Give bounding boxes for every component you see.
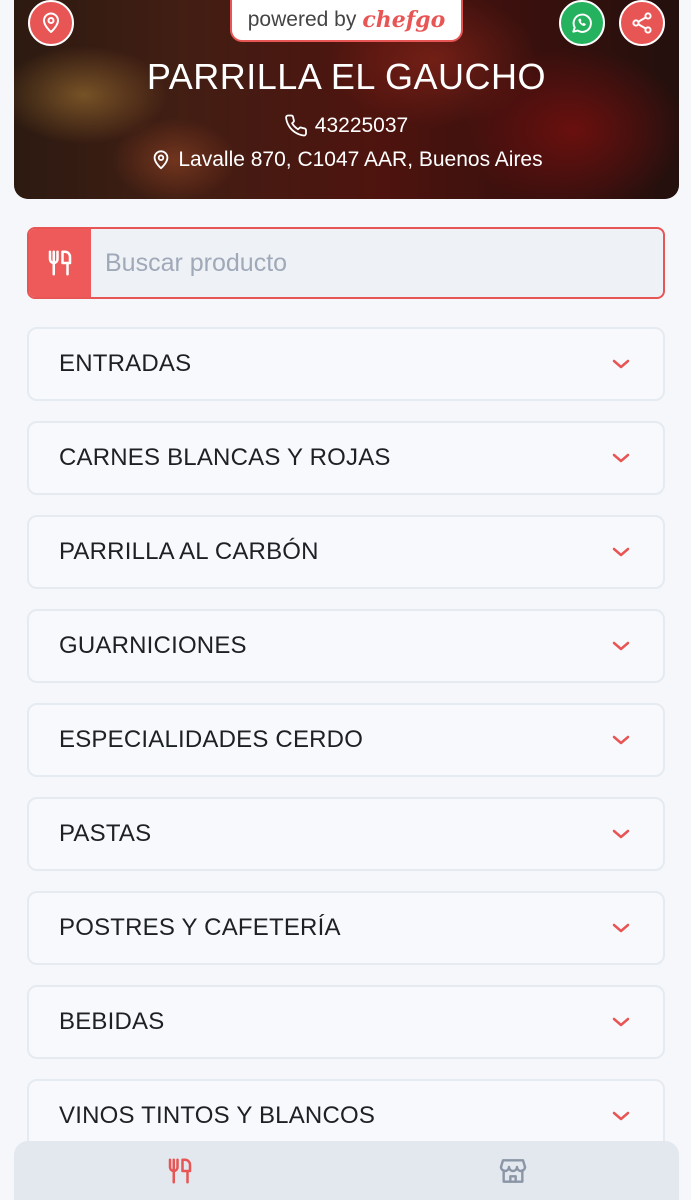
- category-cerdo[interactable]: ESPECIALIDADES CERDO: [27, 703, 665, 777]
- powered-by-badge[interactable]: powered by chefgo: [230, 0, 463, 42]
- address-link[interactable]: Lavalle 870, C1047 AAR, Buenos Aires: [14, 148, 679, 172]
- chevron-down-icon: [612, 453, 630, 463]
- category-label: ESPECIALIDADES CERDO: [59, 726, 364, 753]
- address-text: Lavalle 870, C1047 AAR, Buenos Aires: [178, 148, 543, 171]
- category-label: VINOS TINTOS Y BLANCOS: [59, 1102, 376, 1129]
- chevron-down-icon: [612, 359, 630, 369]
- chevron-down-icon: [612, 1017, 630, 1027]
- category-label: POSTRES Y CAFETERÍA: [59, 914, 341, 941]
- category-label: CARNES BLANCAS Y ROJAS: [59, 444, 391, 471]
- category-carnes[interactable]: CARNES BLANCAS Y ROJAS: [27, 421, 665, 495]
- category-entradas[interactable]: ENTRADAS: [27, 327, 665, 401]
- utensils-icon: [48, 250, 72, 276]
- phone-link[interactable]: 43225037: [14, 114, 679, 138]
- restaurant-header: powered by chefgo PARRILLA EL GAUCHO 432…: [14, 0, 679, 199]
- category-pastas[interactable]: PASTAS: [27, 797, 665, 871]
- category-postres[interactable]: POSTRES Y CAFETERÍA: [27, 891, 665, 965]
- chevron-down-icon: [612, 547, 630, 557]
- chevron-down-icon: [612, 1111, 630, 1121]
- search-icon-box: [29, 229, 91, 297]
- chevron-down-icon: [612, 735, 630, 745]
- share-icon: [632, 12, 652, 34]
- store-icon: [499, 1158, 526, 1183]
- nav-store[interactable]: [347, 1141, 680, 1200]
- category-guarniciones[interactable]: GUARNICIONES: [27, 609, 665, 683]
- category-parrilla[interactable]: PARRILLA AL CARBÓN: [27, 515, 665, 589]
- share-button[interactable]: [619, 0, 665, 46]
- powered-by-text: powered by: [247, 8, 357, 31]
- category-label: PARRILLA AL CARBÓN: [59, 538, 319, 565]
- phone-number: 43225037: [314, 114, 409, 137]
- nav-menu[interactable]: [14, 1141, 347, 1200]
- restaurant-name: PARRILLA EL GAUCHO: [146, 56, 547, 97]
- chevron-down-icon: [612, 829, 630, 839]
- search-bar: [27, 227, 665, 299]
- map-pin-icon: [43, 12, 59, 33]
- category-bebidas[interactable]: BEBIDAS: [27, 985, 665, 1059]
- category-label: ENTRADAS: [59, 350, 192, 377]
- category-label: BEBIDAS: [59, 1008, 165, 1035]
- chevron-down-icon: [612, 923, 630, 933]
- chefgo-logo: chefgo: [362, 7, 446, 33]
- category-label: GUARNICIONES: [59, 632, 247, 659]
- map-pin-icon: [154, 150, 169, 170]
- utensils-icon: [169, 1158, 192, 1183]
- search-input[interactable]: [91, 229, 663, 297]
- whatsapp-button[interactable]: [559, 0, 605, 46]
- whatsapp-icon: [572, 13, 592, 33]
- bottom-navigation: [14, 1141, 679, 1200]
- chevron-down-icon: [612, 641, 630, 651]
- location-button[interactable]: [28, 0, 74, 46]
- category-label: PASTAS: [59, 820, 152, 847]
- phone-icon: [284, 114, 307, 137]
